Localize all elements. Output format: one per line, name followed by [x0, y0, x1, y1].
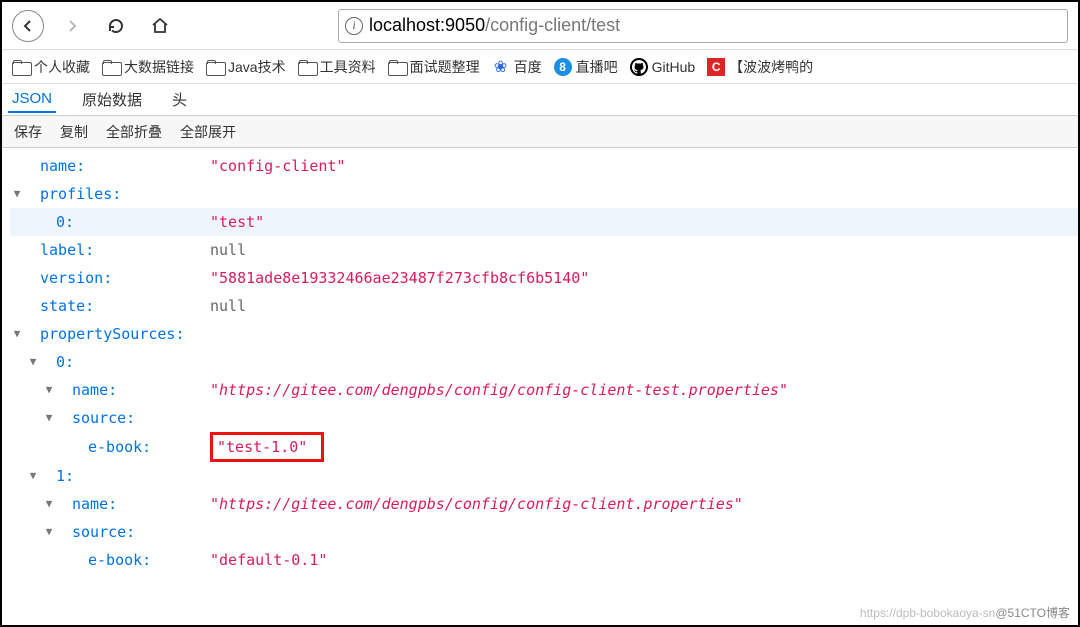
json-row-propertysources[interactable]: ▼propertySources:: [10, 320, 1078, 348]
tab-raw[interactable]: 原始数据: [78, 85, 146, 114]
json-row-ps0-name[interactable]: ▼name:"https://gitee.com/dengpbs/config/…: [10, 376, 1078, 404]
zhibo-icon: 8: [554, 58, 572, 76]
json-row-ps0-ebook[interactable]: e-book:"test-1.0": [10, 432, 1078, 462]
collapse-icon[interactable]: ▼: [42, 404, 56, 432]
tab-json[interactable]: JSON: [8, 86, 56, 113]
collapse-icon[interactable]: ▼: [42, 518, 56, 546]
bookmark-zhibo[interactable]: 8直播吧: [554, 57, 618, 77]
collapse-icon[interactable]: ▼: [10, 180, 24, 208]
home-button[interactable]: [144, 10, 176, 42]
bookmark-github[interactable]: GitHub: [630, 58, 696, 76]
info-icon[interactable]: i: [345, 17, 363, 35]
expand-all-button[interactable]: 全部展开: [172, 119, 244, 145]
bookmark-interview[interactable]: 面试题整理: [388, 57, 480, 77]
url-bar[interactable]: i localhost:9050/config-client/test: [338, 9, 1068, 43]
bookmark-tools[interactable]: 工具资料: [298, 57, 376, 77]
bookmarks-bar: 个人收藏 大数据链接 Java技术 工具资料 面试题整理 ❀百度 8直播吧 Gi…: [2, 50, 1078, 84]
highlighted-value: "test-1.0": [210, 432, 324, 462]
actions-row: 保存 复制 全部折叠 全部展开: [2, 116, 1078, 148]
watermark: https://dpb-bobokaoya-sn@51CTO博客: [860, 604, 1070, 621]
tab-headers[interactable]: 头: [168, 85, 191, 114]
collapse-icon[interactable]: ▼: [42, 490, 56, 518]
json-row-ps0[interactable]: ▼0:: [10, 348, 1078, 376]
json-row-ps0-source[interactable]: ▼source:: [10, 404, 1078, 432]
collapse-all-button[interactable]: 全部折叠: [98, 119, 170, 145]
browser-nav-toolbar: i localhost:9050/config-client/test: [2, 2, 1078, 50]
url-text: localhost:9050/config-client/test: [369, 15, 620, 36]
forward-button[interactable]: [56, 10, 88, 42]
folder-icon: [298, 60, 316, 74]
reload-button[interactable]: [100, 10, 132, 42]
view-tabs: JSON 原始数据 头: [2, 84, 1078, 116]
back-button[interactable]: [12, 10, 44, 42]
copy-button[interactable]: 复制: [52, 119, 96, 145]
bookmark-baidu[interactable]: ❀百度: [492, 57, 542, 77]
json-row-ps1-name[interactable]: ▼name:"https://gitee.com/dengpbs/config/…: [10, 490, 1078, 518]
json-row-profiles[interactable]: ▼profiles:: [10, 180, 1078, 208]
save-button[interactable]: 保存: [6, 119, 50, 145]
json-row-ps1-ebook[interactable]: e-book:"default-0.1": [10, 546, 1078, 574]
folder-icon: [206, 60, 224, 74]
c-icon: C: [707, 58, 725, 76]
collapse-icon[interactable]: ▼: [26, 348, 40, 376]
json-row-label[interactable]: label:null: [10, 236, 1078, 264]
json-row-profiles-0[interactable]: 0:"test": [10, 208, 1078, 236]
baidu-icon: ❀: [492, 58, 510, 76]
json-viewer: name:"config-client" ▼profiles: 0:"test"…: [2, 148, 1078, 625]
bookmark-bigdata[interactable]: 大数据链接: [102, 57, 194, 77]
bookmark-java[interactable]: Java技术: [206, 57, 286, 77]
folder-icon: [388, 60, 406, 74]
json-row-version[interactable]: version:"5881ade8e19332466ae23487f273cfb…: [10, 264, 1078, 292]
json-row-state[interactable]: state:null: [10, 292, 1078, 320]
bookmark-personal[interactable]: 个人收藏: [12, 57, 90, 77]
bookmark-other[interactable]: C【波波烤鸭的: [707, 57, 813, 77]
folder-icon: [102, 60, 120, 74]
json-row-name[interactable]: name:"config-client": [10, 152, 1078, 180]
github-icon: [630, 58, 648, 76]
json-row-ps1[interactable]: ▼1:: [10, 462, 1078, 490]
collapse-icon[interactable]: ▼: [42, 376, 56, 404]
folder-icon: [12, 60, 30, 74]
collapse-icon[interactable]: ▼: [26, 462, 40, 490]
json-row-ps1-source[interactable]: ▼source:: [10, 518, 1078, 546]
collapse-icon[interactable]: ▼: [10, 320, 24, 348]
